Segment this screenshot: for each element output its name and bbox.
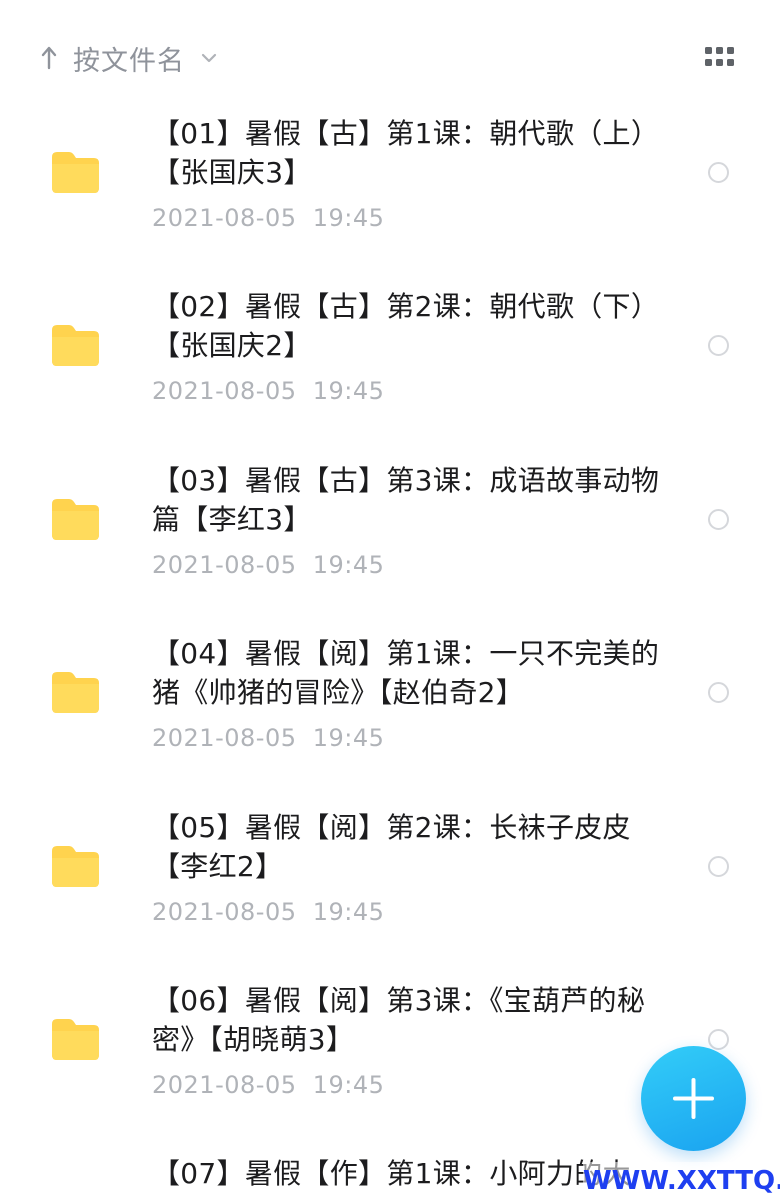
plus-icon xyxy=(673,1078,714,1119)
folder-icon xyxy=(52,1019,99,1060)
select-checkbox[interactable] xyxy=(708,335,729,356)
file-name: 【06】暑假【阅】第3课：《宝葫芦的秘密》【胡晓萌3】 xyxy=(152,984,646,1056)
file-name: 【03】暑假【古】第3课：成语故事动物篇【李红3】 xyxy=(152,464,660,536)
file-date: 2021-08-05 19:45 xyxy=(152,724,385,752)
list-item[interactable]: 【03】暑假【古】第3课：成语故事动物篇【李红3】 2021-08-05 19:… xyxy=(0,463,780,636)
file-date: 2021-08-05 19:45 xyxy=(152,1071,385,1099)
select-checkbox[interactable] xyxy=(708,1029,729,1050)
file-list-screen: 按文件名 【01】暑假【古】第1课：朝代歌（上）【张国庆3】 2021-08-0… xyxy=(0,0,780,1200)
list-item[interactable]: 【01】暑假【古】第1课：朝代歌（上）【张国庆3】 2021-08-05 19:… xyxy=(0,116,780,289)
file-list: 【01】暑假【古】第1课：朝代歌（上）【张国庆3】 2021-08-05 19:… xyxy=(0,0,780,1200)
folder-icon xyxy=(52,846,99,887)
select-checkbox[interactable] xyxy=(708,509,729,530)
list-item[interactable]: 【02】暑假【古】第2课：朝代歌（下）【张国庆2】 2021-08-05 19:… xyxy=(0,289,780,462)
list-item[interactable]: 【04】暑假【阅】第1课：一只不完美的猪《帅猪的冒险》【赵伯奇2】 2021-0… xyxy=(0,636,780,809)
select-checkbox[interactable] xyxy=(708,856,729,877)
list-item[interactable]: 【05】暑假【阅】第2课：长袜子皮皮【李红2】 2021-08-05 19:45 xyxy=(0,810,780,983)
select-checkbox[interactable] xyxy=(708,682,729,703)
file-name: 【04】暑假【阅】第1课：一只不完美的猪《帅猪的冒险》【赵伯奇2】 xyxy=(152,637,660,709)
watermark-text: WWW.XXTTQ.COM xyxy=(583,1162,780,1200)
file-name: 【02】暑假【古】第2课：朝代歌（下）【张国庆2】 xyxy=(152,290,660,362)
select-checkbox[interactable] xyxy=(708,162,729,183)
folder-icon xyxy=(52,499,99,540)
file-date: 2021-08-05 19:45 xyxy=(152,204,385,232)
folder-icon xyxy=(52,325,99,366)
folder-icon xyxy=(52,672,99,713)
file-name: 【01】暑假【古】第1课：朝代歌（上）【张国庆3】 xyxy=(152,117,660,189)
file-date: 2021-08-05 19:45 xyxy=(152,551,385,579)
file-date: 2021-08-05 19:45 xyxy=(152,377,385,405)
file-date: 2021-08-05 19:45 xyxy=(152,898,385,926)
add-button[interactable] xyxy=(641,1046,746,1151)
file-name: 【05】暑假【阅】第2课：长袜子皮皮【李红2】 xyxy=(152,811,631,883)
folder-icon xyxy=(52,152,99,193)
